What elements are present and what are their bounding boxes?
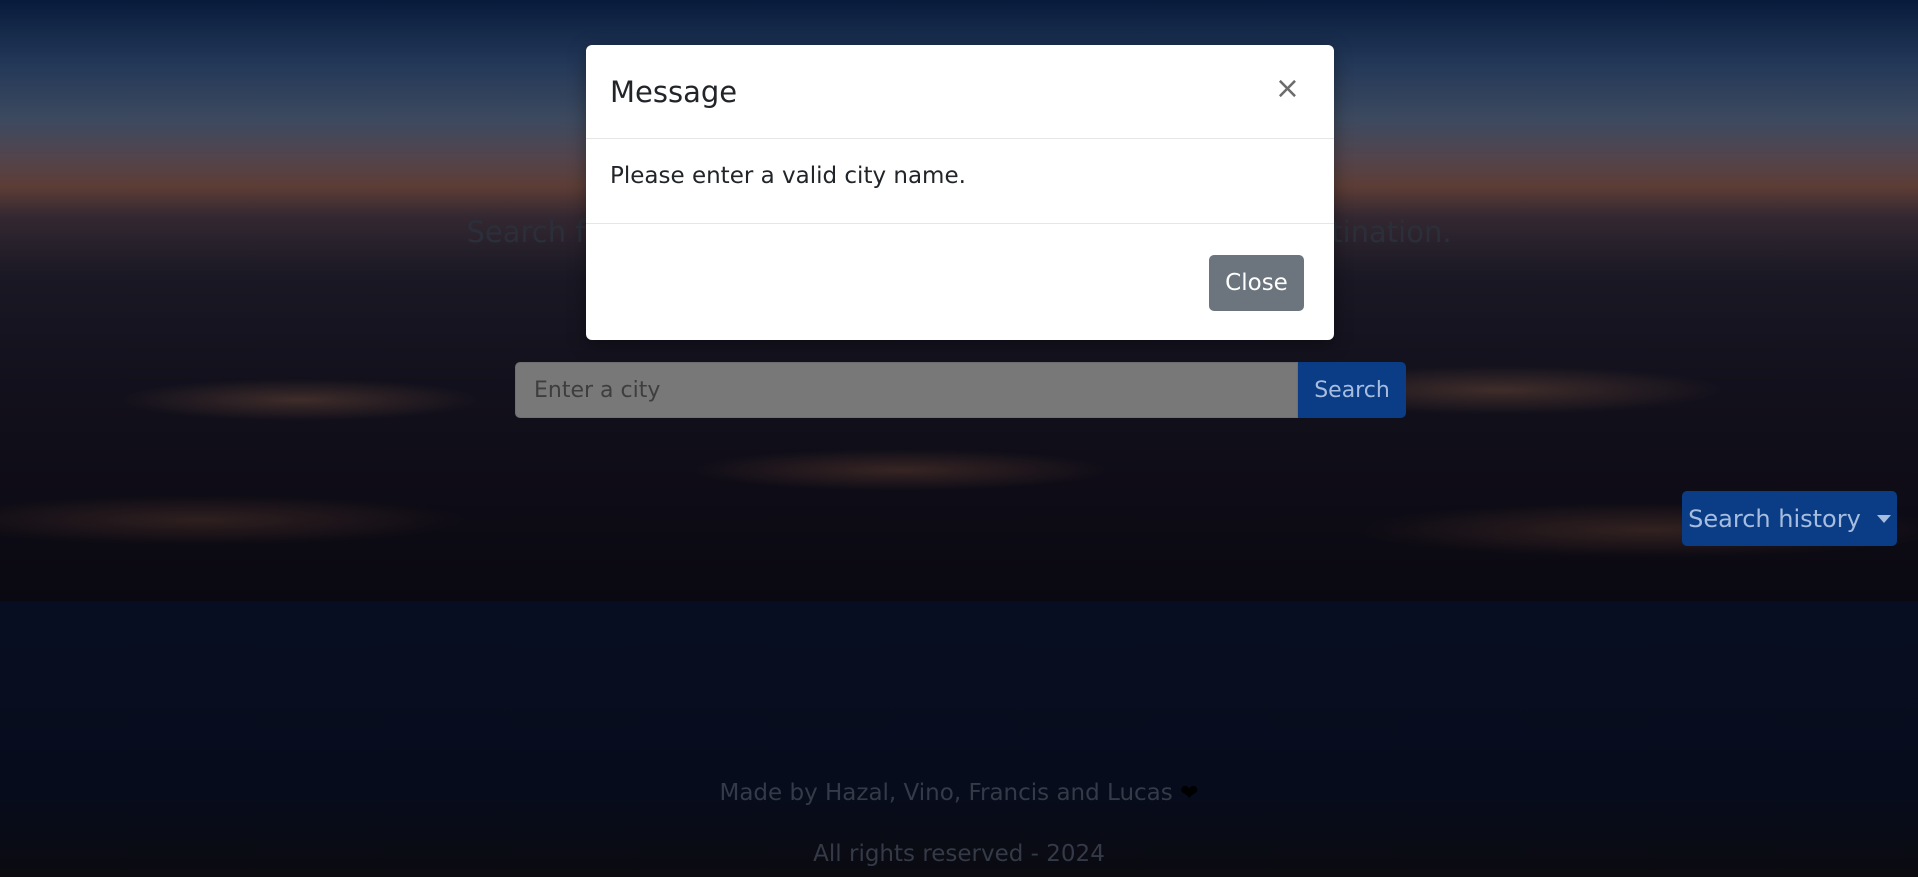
- footer-credits-text: Made by Hazal, Vino, Francis and Lucas: [719, 780, 1173, 806]
- modal-header: Message ×: [586, 45, 1334, 139]
- heart-icon: ❤: [1180, 781, 1199, 806]
- footer-copyright: All rights reserved - 2024: [813, 841, 1105, 867]
- modal-footer: Close: [586, 224, 1334, 341]
- footer-credits: Made by Hazal, Vino, Francis and Lucas ❤: [0, 780, 1918, 806]
- modal-close-button[interactable]: Close: [1209, 255, 1304, 311]
- footer-area: [0, 601, 1918, 877]
- modal-body: Please enter a valid city name.: [586, 139, 1334, 224]
- message-modal: Message × Please enter a valid city name…: [586, 45, 1334, 340]
- caret-down-icon: [1876, 514, 1891, 523]
- city-search-input[interactable]: [515, 362, 1298, 418]
- search-history-label: Search history: [1688, 504, 1861, 533]
- modal-message: Please enter a valid city name.: [610, 163, 966, 189]
- search-history-dropdown[interactable]: Search history: [1682, 491, 1897, 546]
- close-icon[interactable]: ×: [1269, 73, 1306, 105]
- search-button[interactable]: Search: [1298, 362, 1406, 418]
- modal-title: Message: [610, 75, 738, 109]
- search-group: Search: [515, 362, 1406, 418]
